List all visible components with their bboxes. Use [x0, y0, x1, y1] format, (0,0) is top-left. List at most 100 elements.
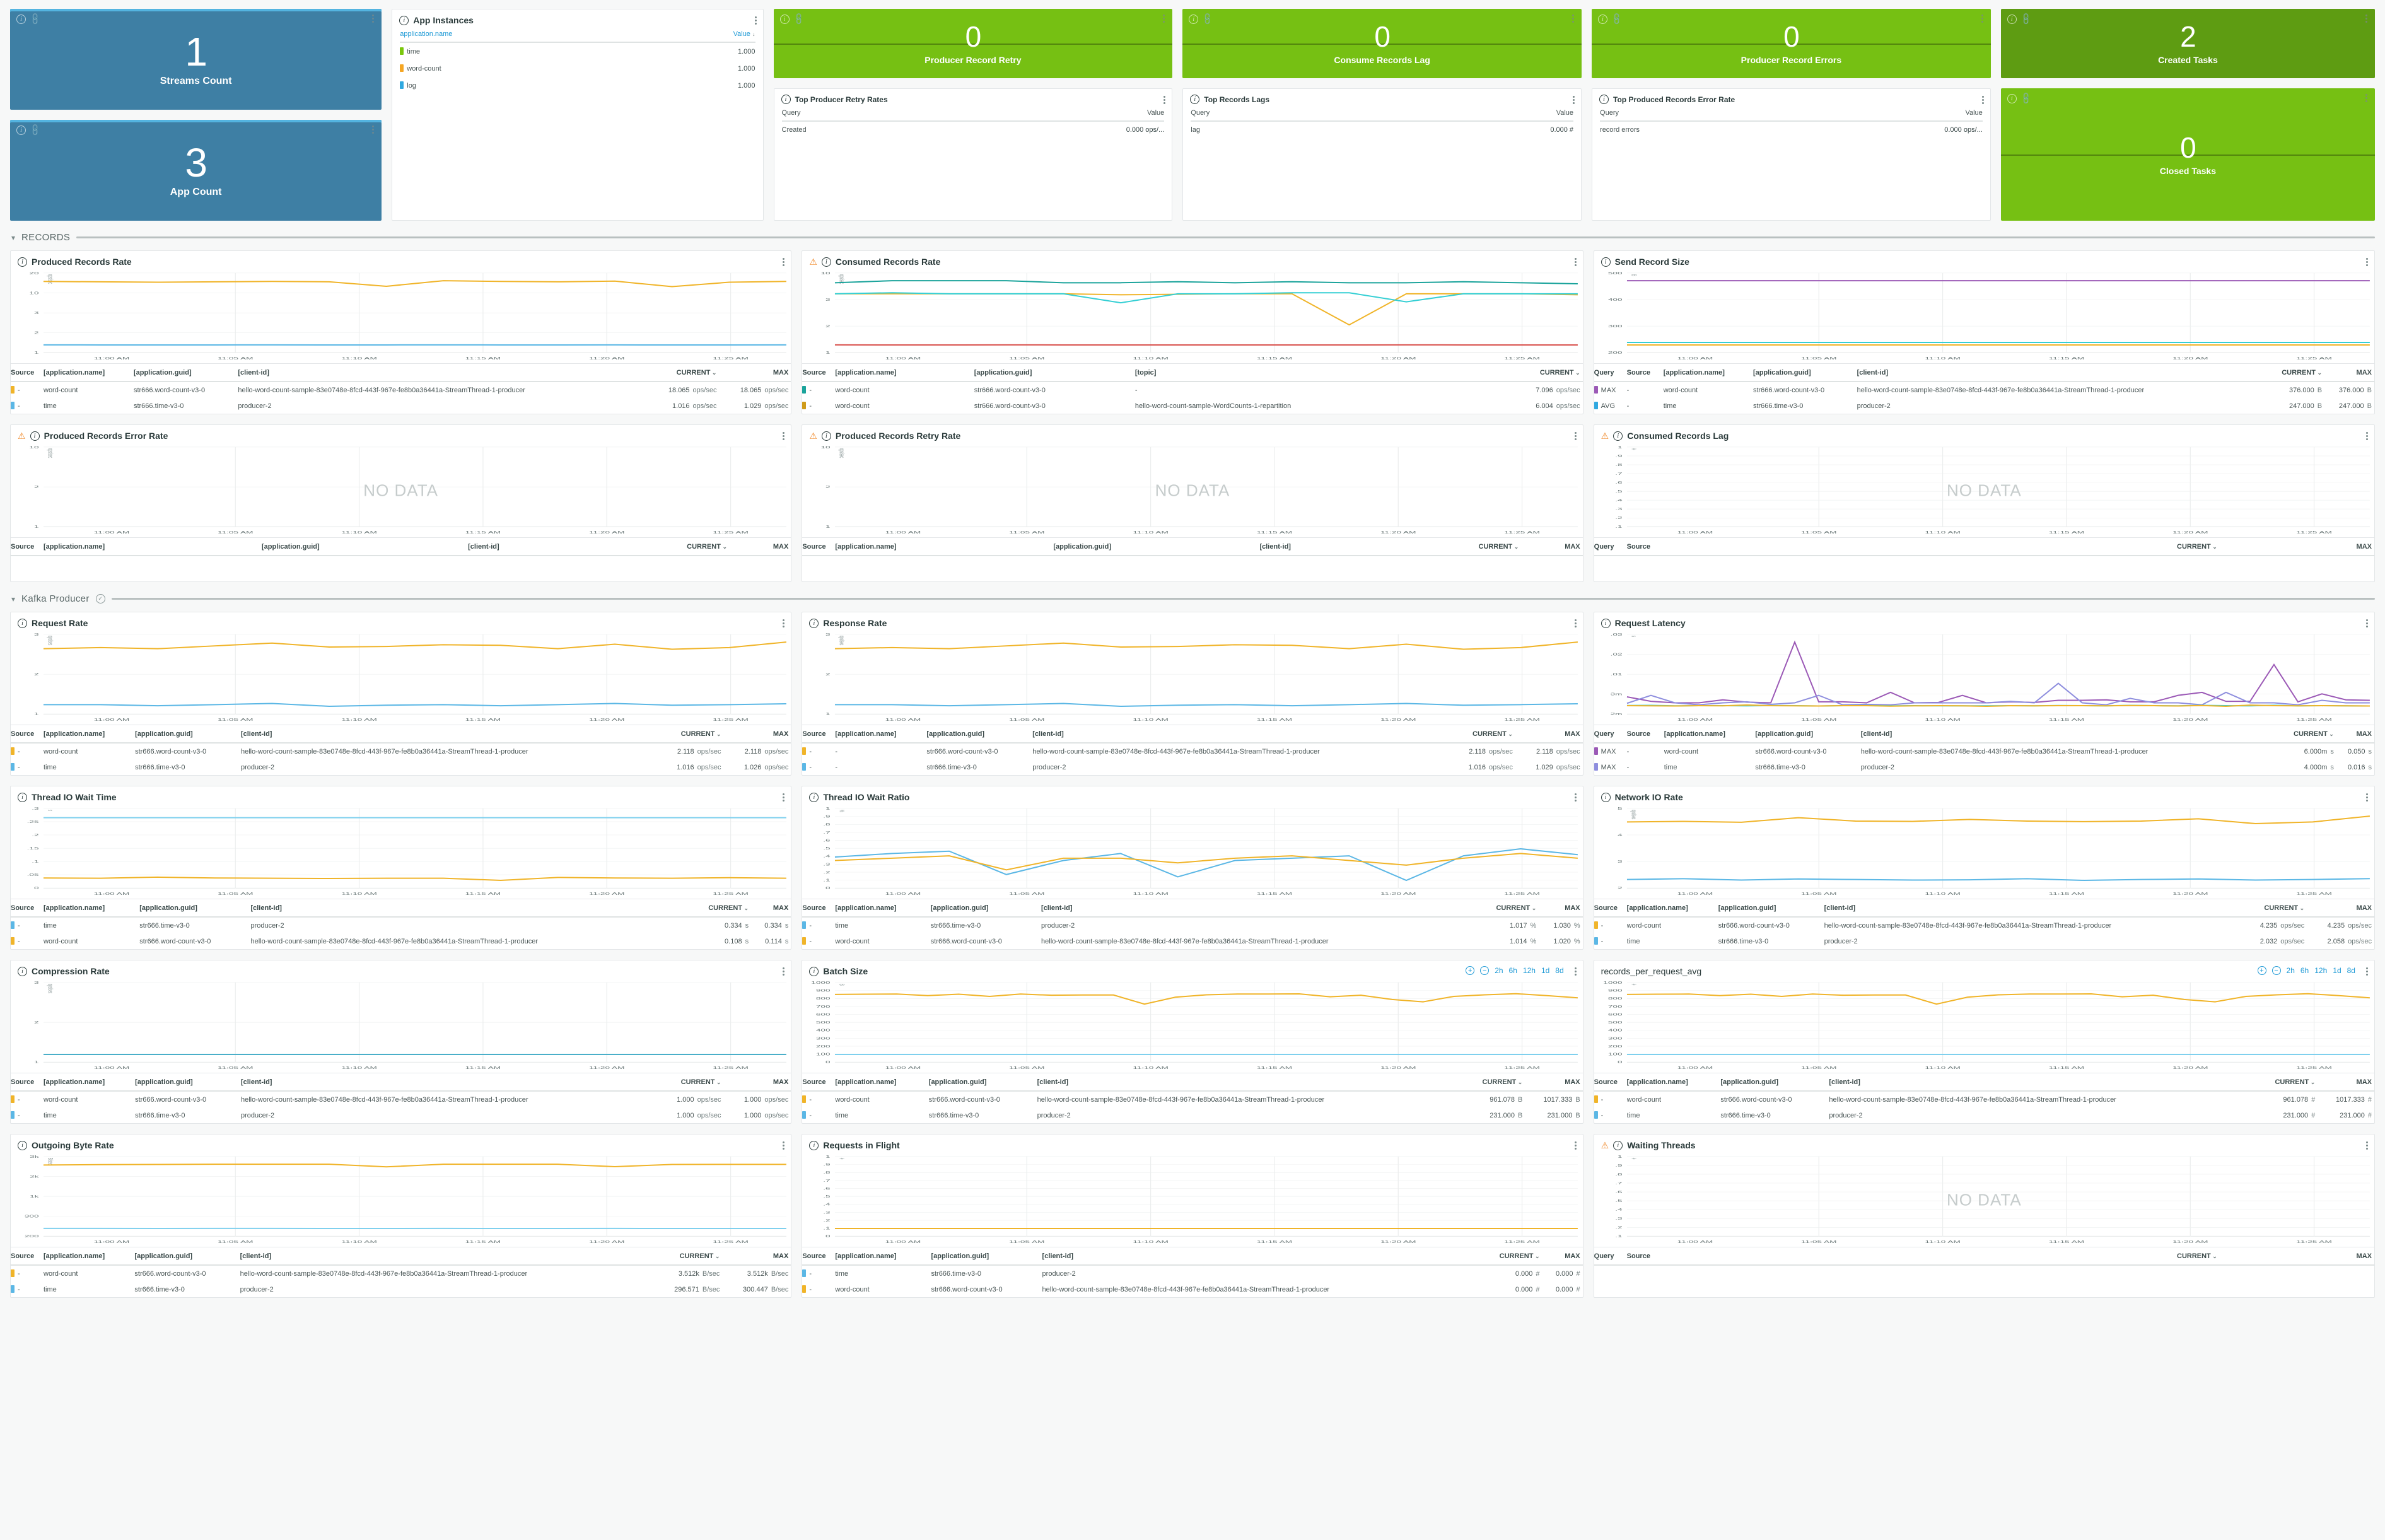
- chart-plot-area[interactable]: 10 2 1 11:00 AM 11:05 AM 11:10 AM 11:15 AM 11:2…: [11, 444, 791, 537]
- col-query[interactable]: Query: [1600, 107, 1795, 122]
- chart-plot-area[interactable]: 3k 2k 1k 300 200 11:00 AM 11:05 AM 11:10 AM 11:1…: [11, 1153, 791, 1247]
- card-menu-icon[interactable]: [372, 124, 375, 135]
- table-row[interactable]: - time str666.time-v3-0 producer-2 1.017% 1.0…: [802, 917, 1582, 933]
- table-row[interactable]: - word-count str666.word-count-v3-0 hello-w…: [11, 933, 791, 949]
- column-header-current[interactable]: CURRENT ⌄: [1448, 725, 1515, 743]
- column-header-query[interactable]: Query: [1594, 1247, 1627, 1265]
- table-row[interactable]: - time str666.time-v3-0 producer-2 0.334 s 0.3…: [11, 917, 791, 933]
- col-value[interactable]: Value: [931, 107, 1165, 122]
- table-row[interactable]: word-count 1.000: [400, 60, 755, 77]
- info-icon[interactable]: i: [18, 1140, 27, 1150]
- info-icon[interactable]: i: [1613, 431, 1623, 441]
- column-header-application-name[interactable]: [application.name]: [835, 538, 1053, 556]
- table-row[interactable]: - time str666.time-v3-0 producer-2 1.016 ops/…: [11, 398, 791, 414]
- column-header-application-name[interactable]: [application.name]: [44, 1247, 134, 1265]
- panel-menu-icon[interactable]: [2365, 431, 2368, 441]
- panel-menu-icon[interactable]: [2365, 966, 2368, 977]
- info-icon[interactable]: i: [399, 15, 409, 25]
- column-header-current[interactable]: CURRENT ⌄: [656, 1073, 724, 1091]
- panel-menu-icon[interactable]: [1574, 257, 1577, 267]
- panel-menu-icon[interactable]: [783, 792, 785, 803]
- info-icon[interactable]: i: [18, 966, 27, 976]
- warning-triangle-icon[interactable]: ⚠: [1601, 431, 1609, 440]
- column-header-query[interactable]: Query: [1594, 364, 1627, 382]
- info-icon[interactable]: i: [821, 431, 831, 441]
- table-row[interactable]: - time str666.time-v3-0 producer-2 1.016 ops/…: [11, 759, 791, 775]
- column-header-application-guid[interactable]: [application.guid]: [931, 899, 1041, 917]
- column-header-current[interactable]: CURRENT ⌄: [1462, 1073, 1525, 1091]
- chevron-down-icon[interactable]: ▾: [11, 233, 15, 242]
- warning-triangle-icon[interactable]: ⚠: [809, 431, 817, 440]
- column-header-application-guid[interactable]: [application.guid]: [1718, 899, 1824, 917]
- column-header-application-guid[interactable]: [application.guid]: [1053, 538, 1259, 556]
- table-row[interactable]: - - str666.word-count-v3-0 hello-word-count…: [802, 743, 1582, 759]
- chart-plot-area[interactable]: 3 2 1 11:00 AM 11:05 AM 11:10 AM 11:15 AM 11:20…: [802, 631, 1582, 725]
- column-header-client-id[interactable]: [client-id]: [1042, 1247, 1478, 1265]
- table-row[interactable]: MAX - time str666.time-v3-0 producer-2 4.000m…: [1594, 759, 2374, 775]
- link-icon[interactable]: 🔗: [28, 12, 43, 26]
- column-header-current[interactable]: CURRENT ⌄: [2239, 899, 2307, 917]
- column-header-application-guid[interactable]: [application.guid]: [134, 364, 238, 382]
- card-menu-icon[interactable]: [2365, 13, 2368, 24]
- app-count-card[interactable]: i 🔗 3 App Count: [10, 120, 382, 221]
- col-value[interactable]: Value ↓: [650, 28, 755, 43]
- column-header-source[interactable]: Source: [11, 538, 44, 556]
- table-row[interactable]: - time str666.time-v3-0 producer-2 231.000 # 2…: [1594, 1107, 2374, 1123]
- column-header-current[interactable]: CURRENT ⌄: [656, 725, 724, 743]
- column-header-application-name[interactable]: [application.name]: [835, 899, 930, 917]
- info-icon[interactable]: i: [1189, 14, 1199, 24]
- column-header-client-id[interactable]: [client-id]: [238, 364, 647, 382]
- info-icon[interactable]: i: [18, 618, 27, 628]
- panel-menu-icon[interactable]: [783, 1140, 785, 1151]
- panel-menu-icon[interactable]: [1981, 95, 1984, 105]
- info-icon[interactable]: i: [809, 618, 819, 628]
- column-header-current[interactable]: CURRENT ⌄: [1478, 1247, 1542, 1265]
- zoom-out-icon[interactable]: −: [1480, 966, 1490, 975]
- table-row[interactable]: - word-count str666.word-count-v3-0-7.096 o…: [802, 382, 1582, 398]
- column-header-application-guid[interactable]: [application.guid]: [974, 364, 1135, 382]
- column-header-max[interactable]: MAX: [1539, 899, 1582, 917]
- table-row[interactable]: - word-count str666.word-count-v3-0 hello-w…: [11, 1091, 791, 1107]
- column-header-application-guid[interactable]: [application.guid]: [1755, 725, 1860, 743]
- column-header-max[interactable]: MAX: [719, 364, 791, 382]
- column-header-application-guid[interactable]: [application.guid]: [1753, 364, 1857, 382]
- column-header-client-id[interactable]: [client-id]: [1824, 899, 2240, 917]
- column-header-max[interactable]: MAX: [2220, 1247, 2374, 1265]
- card-menu-icon[interactable]: [1981, 13, 1983, 24]
- col-query[interactable]: Query: [1191, 107, 1363, 122]
- column-header-application-name[interactable]: [application.name]: [44, 1073, 135, 1091]
- producer-record-errors-card[interactable]: i 🔗 0 Producer Record Errors: [1592, 9, 1991, 78]
- column-header-application-guid[interactable]: [application.guid]: [135, 1073, 241, 1091]
- column-header-source[interactable]: Source: [1627, 538, 1851, 556]
- column-header-topic[interactable]: [topic]: [1135, 364, 1481, 382]
- info-icon[interactable]: i: [809, 966, 819, 976]
- column-header-application-name[interactable]: [application.name]: [44, 725, 135, 743]
- column-header-application-guid[interactable]: [application.guid]: [931, 1247, 1042, 1265]
- column-header-source[interactable]: Source: [11, 1247, 44, 1265]
- column-header-application-guid[interactable]: [application.guid]: [139, 899, 250, 917]
- panel-menu-icon[interactable]: [783, 257, 785, 267]
- chart-plot-area[interactable]: 1 .9 .8 .7 .6 .5 .4 .3 .2 .1 11:00 AM 11:05 AM 11:10…: [1594, 1153, 2374, 1247]
- table-row[interactable]: log 1.000: [400, 77, 755, 94]
- column-header-application-name[interactable]: [application.name]: [1627, 1073, 1721, 1091]
- column-header-current[interactable]: CURRENT ⌄: [1851, 1247, 2219, 1265]
- table-row[interactable]: - - str666.time-v3-0 producer-2 1.016 ops/sec…: [802, 759, 1582, 775]
- column-header-source[interactable]: Source: [11, 1073, 44, 1091]
- link-icon[interactable]: 🔗: [28, 123, 43, 137]
- column-header-current[interactable]: CURRENT ⌄: [1480, 364, 1582, 382]
- chart-plot-area[interactable]: 1 .9 .8 .7 .6 .5 .4 .3 .2 .1 0 11:00 AM 11:05 AM 11:1…: [802, 1153, 1582, 1247]
- column-header-max[interactable]: MAX: [1542, 1247, 1582, 1265]
- table-row[interactable]: - time str666.time-v3-0 producer-2 231.000 B 2…: [802, 1107, 1582, 1123]
- created-tasks-card[interactable]: i 🔗 2 Created Tasks: [2000, 9, 2376, 78]
- chart-plot-area[interactable]: 3 2 1 11:00 AM 11:05 AM 11:10 AM 11:15 AM 11:20…: [11, 979, 791, 1073]
- time-range-8d[interactable]: 8d: [2347, 966, 2355, 975]
- column-header-client-id[interactable]: [client-id]: [1259, 538, 1375, 556]
- column-header-current[interactable]: CURRENT ⌄: [1375, 538, 1521, 556]
- info-icon[interactable]: i: [809, 1140, 819, 1150]
- panel-menu-icon[interactable]: [1574, 792, 1577, 803]
- zoom-in-icon[interactable]: +: [2257, 966, 2266, 975]
- table-row[interactable]: - word-count str666.word-count-v3-0 hello-w…: [802, 398, 1582, 414]
- table-row[interactable]: - word-count str666.word-count-v3-0 hello-w…: [11, 743, 791, 759]
- link-icon[interactable]: 🔗: [1610, 12, 1624, 26]
- column-header-source[interactable]: Source: [802, 725, 835, 743]
